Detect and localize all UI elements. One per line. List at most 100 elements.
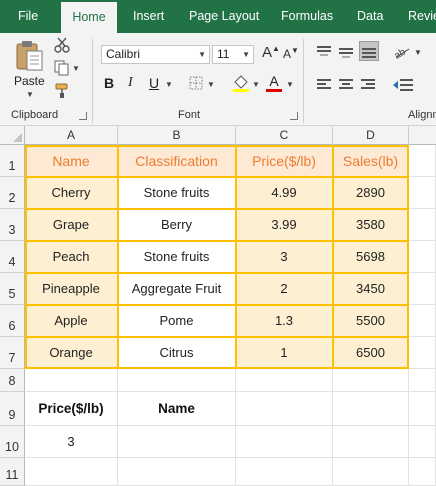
table-cell[interactable]: Peach [25, 241, 118, 273]
row-header-3[interactable]: 3 [0, 209, 25, 241]
copy-dropdown-arrow[interactable]: ▼ [72, 64, 80, 73]
paste-button-label[interactable]: Paste [14, 74, 45, 88]
align-left-icon[interactable] [317, 78, 331, 90]
empty-cell[interactable] [236, 426, 333, 458]
align-middle-icon[interactable] [339, 45, 353, 58]
clipboard-dialog-launcher[interactable] [79, 112, 87, 120]
row-header-9[interactable]: 9 [0, 392, 25, 426]
empty-cell[interactable] [409, 305, 436, 337]
select-all-button[interactable] [0, 126, 25, 145]
decrease-font-icon[interactable]: A▼ [283, 46, 299, 61]
orientation-dropdown-arrow[interactable]: ▼ [414, 48, 422, 57]
table-cell[interactable]: Pineapple [25, 273, 118, 305]
orientation-icon[interactable]: ab [392, 43, 413, 62]
column-header-d[interactable]: D [333, 126, 409, 145]
fill-color-dropdown-arrow[interactable]: ▼ [252, 80, 260, 89]
empty-cell[interactable] [409, 392, 436, 426]
empty-cell[interactable] [409, 369, 436, 392]
column-header-e[interactable] [409, 126, 436, 145]
column-header-b[interactable]: B [118, 126, 236, 145]
row-header-2[interactable]: 2 [0, 177, 25, 209]
criteria-header-price[interactable]: Price($/lb) [25, 392, 118, 426]
table-cell[interactable]: Citrus [118, 337, 236, 369]
row-header-11[interactable]: 11 [0, 458, 25, 486]
empty-cell[interactable] [333, 369, 409, 392]
table-cell[interactable]: 1.3 [236, 305, 333, 337]
table-cell[interactable]: Cherry [25, 177, 118, 209]
table-cell[interactable]: Stone fruits [118, 241, 236, 273]
empty-cell[interactable] [25, 458, 118, 486]
paste-icon[interactable] [14, 39, 46, 73]
table-cell[interactable]: 2890 [333, 177, 409, 209]
align-right-icon[interactable] [361, 78, 375, 90]
increase-font-icon[interactable]: A▲ [262, 44, 280, 61]
italic-icon[interactable]: I [128, 75, 133, 91]
align-bottom-icon[interactable] [359, 41, 379, 61]
empty-cell[interactable] [118, 426, 236, 458]
borders-dropdown-arrow[interactable]: ▼ [207, 80, 215, 89]
font-color-icon[interactable]: A [266, 73, 282, 93]
tab-review[interactable]: Revie [408, 0, 436, 33]
tab-file[interactable]: File [18, 0, 38, 33]
table-cell[interactable]: 3 [236, 241, 333, 273]
empty-cell[interactable] [409, 337, 436, 369]
column-header-a[interactable]: A [25, 126, 118, 145]
font-dialog-launcher[interactable] [290, 112, 298, 120]
empty-cell[interactable] [333, 458, 409, 486]
bold-icon[interactable]: B [104, 75, 114, 91]
table-cell[interactable]: 3.99 [236, 209, 333, 241]
empty-cell[interactable] [409, 273, 436, 305]
table-cell[interactable]: 3450 [333, 273, 409, 305]
align-center-icon[interactable] [339, 78, 353, 90]
empty-cell[interactable] [333, 392, 409, 426]
fill-color-icon[interactable] [232, 74, 250, 92]
table-cell[interactable]: 3580 [333, 209, 409, 241]
table-cell[interactable]: 1 [236, 337, 333, 369]
column-header-c[interactable]: C [236, 126, 333, 145]
tab-page-layout[interactable]: Page Layout [189, 0, 259, 33]
table-cell[interactable]: 5698 [333, 241, 409, 273]
empty-cell[interactable] [236, 369, 333, 392]
row-header-5[interactable]: 5 [0, 273, 25, 305]
empty-cell[interactable] [409, 177, 436, 209]
table-header-cell[interactable]: Classification [118, 145, 236, 177]
empty-cell[interactable] [409, 209, 436, 241]
row-header-7[interactable]: 7 [0, 337, 25, 369]
font-color-dropdown-arrow[interactable]: ▼ [286, 80, 294, 89]
tab-home[interactable]: Home [61, 2, 117, 33]
empty-cell[interactable] [409, 426, 436, 458]
font-size-select[interactable]: 11 ▼ [212, 45, 254, 64]
empty-cell[interactable] [118, 369, 236, 392]
table-header-cell[interactable]: Name [25, 145, 118, 177]
empty-cell[interactable] [409, 458, 436, 486]
empty-cell[interactable] [25, 369, 118, 392]
cut-icon[interactable] [54, 37, 70, 53]
table-cell[interactable]: 5500 [333, 305, 409, 337]
criteria-value-price[interactable]: 3 [25, 426, 118, 458]
underline-dropdown-arrow[interactable]: ▼ [165, 80, 173, 89]
format-painter-icon[interactable] [54, 83, 70, 99]
row-header-10[interactable]: 10 [0, 426, 25, 458]
table-cell[interactable]: Pome [118, 305, 236, 337]
row-header-1[interactable]: 1 [0, 145, 25, 177]
underline-icon[interactable]: U [149, 75, 159, 91]
table-cell[interactable]: Stone fruits [118, 177, 236, 209]
table-cell[interactable]: 6500 [333, 337, 409, 369]
table-cell[interactable]: Aggregate Fruit [118, 273, 236, 305]
table-header-cell[interactable]: Price($/lb) [236, 145, 333, 177]
empty-cell[interactable] [236, 392, 333, 426]
font-name-select[interactable]: Calibri ▼ [101, 45, 210, 64]
table-cell[interactable]: Berry [118, 209, 236, 241]
empty-cell[interactable] [409, 145, 436, 177]
tab-data[interactable]: Data [357, 0, 383, 33]
table-cell[interactable]: 4.99 [236, 177, 333, 209]
copy-icon[interactable] [54, 60, 70, 76]
decrease-indent-icon[interactable] [393, 78, 413, 91]
tab-formulas[interactable]: Formulas [281, 0, 333, 33]
table-cell[interactable]: 2 [236, 273, 333, 305]
paste-dropdown-arrow[interactable]: ▼ [26, 90, 34, 99]
borders-icon[interactable] [189, 76, 203, 90]
empty-cell[interactable] [333, 426, 409, 458]
criteria-header-name[interactable]: Name [118, 392, 236, 426]
row-header-6[interactable]: 6 [0, 305, 25, 337]
